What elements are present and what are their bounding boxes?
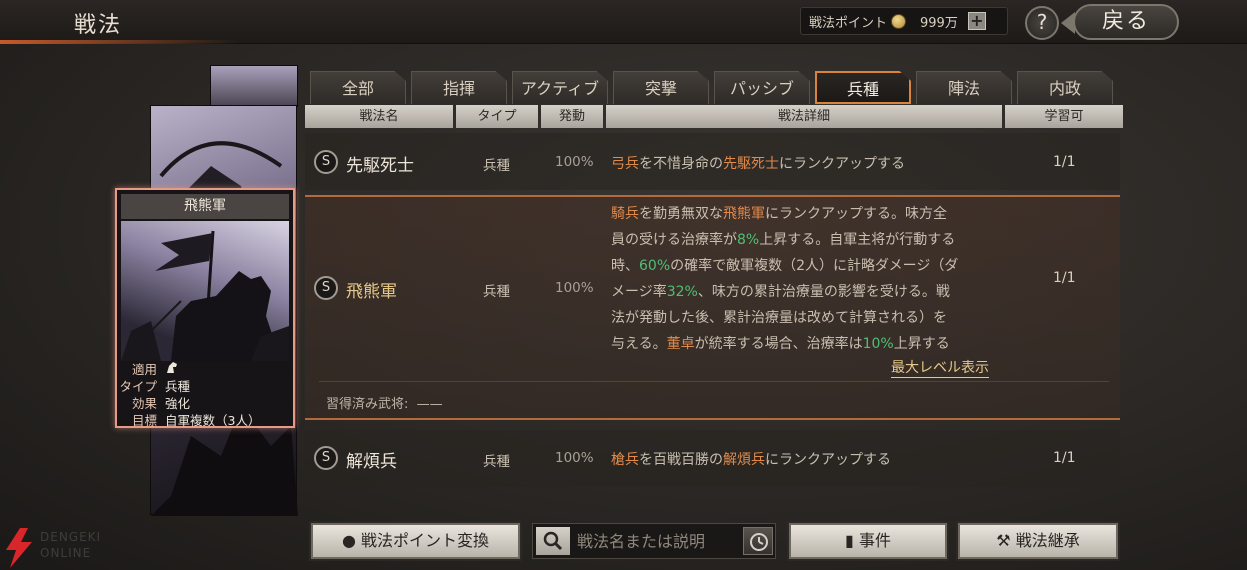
search-input[interactable]	[577, 528, 737, 554]
tactic-points-value: 999万	[920, 15, 958, 31]
drop-icon: ●	[341, 531, 356, 550]
table-row[interactable]: S 解煩兵 兵種 100% 槍兵を百戦百勝の解煩兵にランクアップする 1/1	[305, 430, 1120, 487]
tab-command[interactable]: 指揮	[411, 71, 507, 104]
max-level-link[interactable]: 最大レベル表示	[891, 360, 989, 378]
tab-active[interactable]: アクティブ	[512, 71, 608, 104]
tactic-name: 飛熊軍	[346, 282, 397, 302]
col-learnable: 学習可	[1005, 105, 1123, 128]
tab-all[interactable]: 全部	[310, 71, 406, 104]
tactic-detail: 騎兵を勤勇無双な飛熊軍にランクアップする。味方全 員の受ける治療率が8%上昇する…	[611, 206, 959, 352]
tab-passive[interactable]: パッシブ	[714, 71, 810, 104]
add-points-button[interactable]: +	[967, 12, 986, 30]
col-name: 戦法名	[305, 105, 453, 128]
table-row-selected[interactable]: S 飛熊軍 兵種 100% 騎兵を勤勇無双な飛熊軍にランクアップする。味方全 員…	[305, 195, 1120, 420]
tab-formation[interactable]: 陣法	[916, 71, 1012, 104]
event-button[interactable]: ▮ 事件	[789, 523, 947, 559]
tab-troop-type[interactable]: 兵種	[815, 71, 911, 104]
card-row-effect: 効果 強化	[119, 394, 291, 411]
convert-points-button[interactable]: ● 戦法ポイント変換	[311, 523, 520, 559]
back-button[interactable]: 戻る	[1061, 4, 1179, 40]
top-bar: 戦法 戦法ポイント 999万 + ? 戻る	[0, 0, 1247, 44]
clock-icon[interactable]	[743, 527, 773, 555]
header-accent	[0, 40, 240, 44]
tactic-detail: 槍兵を百戦百勝の解煩兵にランクアップする	[611, 452, 891, 468]
tactic-learnable: 1/1	[1053, 270, 1076, 286]
col-detail: 戦法詳細	[606, 105, 1002, 128]
tactic-type: 兵種	[483, 454, 510, 470]
card-row-target: 目標 自軍複数（3人）	[119, 411, 291, 428]
grade-badge: S	[314, 446, 338, 470]
page-title: 戦法	[74, 13, 123, 38]
card-row-apply: 適用	[119, 360, 291, 377]
event-icon: ▮	[845, 531, 854, 550]
cavalry-banner-art	[121, 221, 289, 361]
tactic-learnable: 1/1	[1053, 154, 1076, 170]
tactic-learnable: 1/1	[1053, 450, 1076, 466]
search-icon[interactable]	[536, 527, 570, 555]
row-divider	[319, 381, 1109, 382]
card-value: 自軍複数（3人）	[165, 413, 261, 428]
tactic-name: 解煩兵	[346, 452, 397, 472]
tactic-type: 兵種	[483, 284, 510, 300]
selected-tactic-card: 飛熊軍 適用 タイプ 兵種 効果 強化 目標 自軍複数（3人）	[115, 188, 295, 428]
hammer-icon: ⚒	[996, 531, 1011, 550]
horse-icon	[165, 360, 179, 377]
table-row[interactable]: S 先駆死士 兵種 100% 弓兵を不惜身命の先駆死士にランクアップする 1/1	[305, 133, 1120, 190]
tactic-rate: 100%	[555, 450, 594, 466]
dengeki-online-logo: DENGEKI ONLINE	[2, 528, 132, 568]
tactic-points-label: 戦法ポイント	[809, 15, 888, 31]
tactic-detail: 弓兵を不惜身命の先駆死士にランクアップする	[611, 156, 905, 172]
col-type: タイプ	[456, 105, 538, 128]
tab-assault[interactable]: 突撃	[613, 71, 709, 104]
tactic-name: 先駆死士	[346, 156, 414, 176]
help-button[interactable]: ?	[1025, 6, 1059, 40]
search-box	[532, 523, 776, 559]
tab-internal-affairs[interactable]: 内政	[1017, 71, 1113, 104]
card-info: 適用 タイプ 兵種 効果 強化 目標 自軍複数（3人）	[119, 360, 291, 428]
inherit-tactic-button[interactable]: ⚒ 戦法継承	[958, 523, 1118, 559]
card-title: 飛熊軍	[121, 194, 289, 219]
card-stack-art-top	[210, 65, 298, 107]
grade-badge: S	[314, 276, 338, 300]
tactic-points-display: 戦法ポイント 999万 +	[800, 7, 1008, 35]
col-trigger: 発動	[541, 105, 603, 128]
card-key: 目標	[131, 413, 157, 428]
learned-generals: 習得済み武将: ——	[326, 397, 443, 412]
coin-icon	[891, 13, 907, 29]
card-row-type: タイプ 兵種	[119, 377, 291, 394]
grade-badge: S	[314, 150, 338, 174]
tactic-type: 兵種	[483, 158, 510, 174]
tactic-rate: 100%	[555, 280, 594, 296]
tactic-rate: 100%	[555, 154, 594, 170]
